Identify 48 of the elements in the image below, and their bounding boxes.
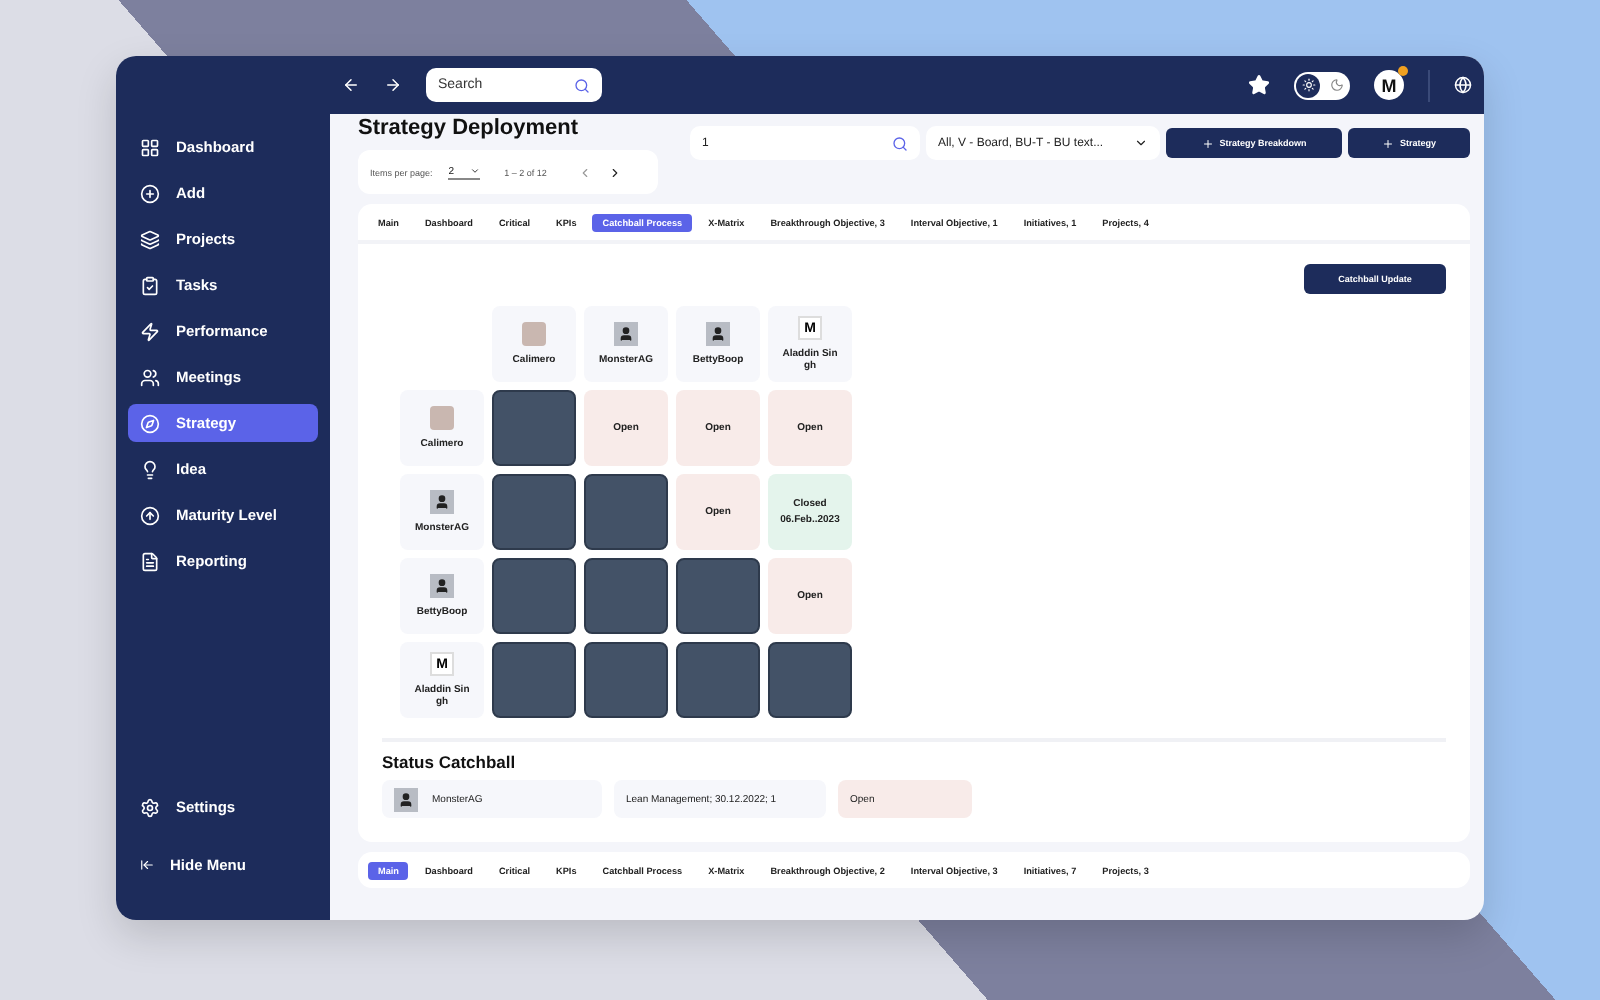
blocked-cell bbox=[492, 558, 576, 634]
photo-placeholder bbox=[522, 322, 546, 346]
nav-icon bbox=[140, 321, 160, 341]
globe-icon[interactable] bbox=[1454, 76, 1472, 94]
nav-icon bbox=[140, 505, 160, 525]
person-icon bbox=[430, 490, 454, 514]
search-icon bbox=[892, 135, 908, 151]
previous-icon[interactable] bbox=[578, 165, 593, 179]
page-title: Strategy Deployment bbox=[358, 116, 581, 140]
nav-icon bbox=[140, 413, 160, 433]
blocked-cell bbox=[492, 390, 576, 466]
forward-icon[interactable] bbox=[384, 76, 402, 94]
caret-icon bbox=[470, 165, 481, 175]
nav-icon bbox=[140, 367, 160, 387]
nav-icon bbox=[140, 137, 160, 157]
section-title: Status Catchball bbox=[382, 752, 518, 772]
caret-icon bbox=[1134, 136, 1148, 150]
nav-icon bbox=[140, 275, 160, 295]
person-icon bbox=[430, 574, 454, 598]
plus-icon bbox=[1381, 137, 1394, 149]
nav-icon bbox=[140, 183, 160, 203]
collapse-icon bbox=[140, 858, 154, 872]
theme-toggle[interactable] bbox=[1294, 71, 1350, 99]
blocked-cell bbox=[676, 642, 760, 718]
settings-icon bbox=[140, 797, 160, 817]
blocked-cell bbox=[492, 474, 576, 550]
user-avatar[interactable]: M bbox=[1374, 70, 1404, 100]
person-icon bbox=[706, 322, 730, 346]
sun-icon bbox=[1301, 78, 1315, 92]
blocked-cell bbox=[768, 642, 852, 718]
plus-icon bbox=[1201, 137, 1214, 149]
star-icon[interactable] bbox=[1248, 74, 1270, 96]
nav-icon bbox=[140, 229, 160, 249]
next-icon[interactable] bbox=[608, 165, 623, 179]
blocked-cell bbox=[676, 558, 760, 634]
person-icon bbox=[394, 787, 418, 811]
blocked-cell bbox=[584, 558, 668, 634]
nav-icon bbox=[140, 551, 160, 571]
blocked-cell bbox=[584, 642, 668, 718]
back-icon[interactable] bbox=[342, 76, 360, 94]
photo-placeholder bbox=[430, 406, 454, 430]
search-icon bbox=[574, 77, 590, 93]
person-icon bbox=[614, 322, 638, 346]
blocked-cell bbox=[584, 474, 668, 550]
blocked-cell bbox=[492, 642, 576, 718]
nav-icon bbox=[140, 459, 160, 479]
notification-dot bbox=[1398, 66, 1408, 76]
moon-icon bbox=[1329, 78, 1343, 92]
